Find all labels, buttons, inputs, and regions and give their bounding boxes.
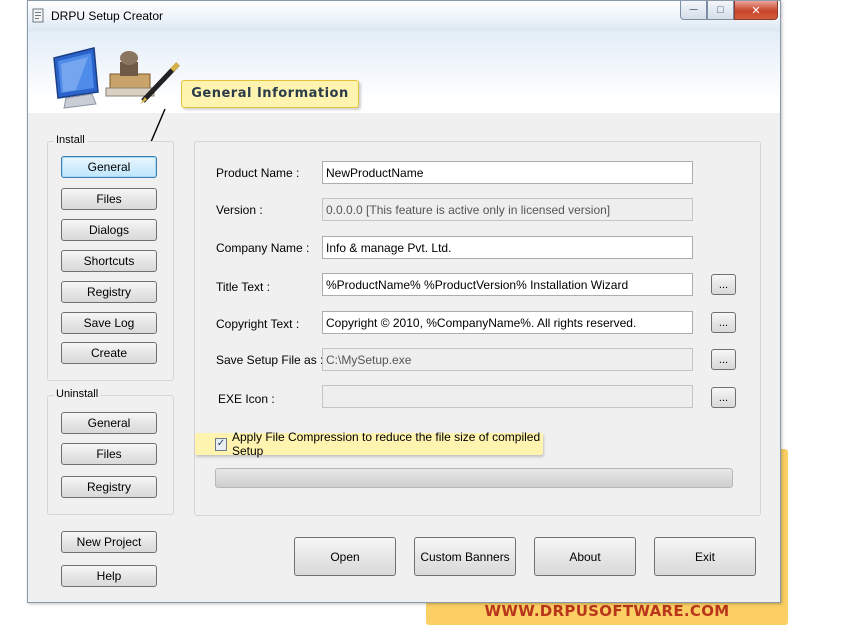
install-create-button[interactable]: Create (61, 342, 157, 364)
install-group-label: Install (54, 134, 87, 146)
title-text-browse-button[interactable]: ... (711, 274, 736, 295)
exe-icon-input[interactable] (322, 385, 693, 408)
uninstall-group-label: Uninstall (54, 388, 101, 400)
exe-icon-browse-button[interactable]: ... (711, 387, 736, 408)
exit-button[interactable]: Exit (654, 537, 756, 576)
save-setup-browse-button[interactable]: ... (711, 349, 736, 370)
stamp-icon (105, 51, 155, 97)
uninstall-general-button[interactable]: General (61, 412, 157, 434)
install-files-button[interactable]: Files (61, 188, 157, 210)
monitor-icon (53, 47, 99, 109)
title-text-label: Title Text : (216, 280, 271, 294)
install-save-log-button[interactable]: Save Log (61, 312, 157, 334)
minimize-icon: ─ (689, 4, 698, 16)
uninstall-files-button[interactable]: Files (61, 443, 157, 465)
maximize-button[interactable]: □ (707, 1, 734, 20)
save-setup-label: Save Setup File as : (216, 353, 324, 367)
company-name-label: Company Name : (216, 241, 310, 255)
custom-banners-button[interactable]: Custom Banners (414, 537, 516, 576)
install-shortcuts-button[interactable]: Shortcuts (61, 250, 157, 272)
new-project-button[interactable]: New Project (61, 531, 157, 553)
main-window: DRPU Setup Creator ─ □ ✕ General Informa… (27, 0, 781, 603)
help-button[interactable]: Help (61, 565, 157, 587)
uninstall-registry-button[interactable]: Registry (61, 476, 157, 498)
section-title: General Information (181, 80, 359, 108)
install-general-button[interactable]: General (61, 156, 157, 178)
copyright-text-input[interactable] (322, 311, 693, 334)
maximize-icon: □ (717, 4, 724, 16)
minimize-button[interactable]: ─ (680, 1, 707, 20)
compression-label: Apply File Compression to reduce the fil… (231, 430, 541, 458)
close-button[interactable]: ✕ (734, 1, 778, 20)
company-name-input[interactable] (322, 236, 693, 259)
app-icon (32, 8, 44, 23)
window-title: DRPU Setup Creator (51, 9, 164, 23)
exe-icon-label: EXE Icon : (218, 392, 275, 406)
about-button[interactable]: About (534, 537, 636, 576)
copyright-text-label: Copyright Text : (216, 317, 300, 331)
title-text-input[interactable] (322, 273, 693, 296)
install-registry-button[interactable]: Registry (61, 281, 157, 303)
progress-bar (215, 468, 733, 488)
promo-url: WWW.DRPUSOFTWARE.COM (484, 602, 730, 620)
install-dialogs-button[interactable]: Dialogs (61, 219, 157, 241)
version-label: Version : (216, 203, 263, 217)
compression-option[interactable]: ✓ Apply File Compression to reduce the f… (195, 430, 543, 458)
title-bar: DRPU Setup Creator ─ □ ✕ (28, 1, 780, 31)
product-name-input[interactable] (322, 161, 693, 184)
save-setup-input[interactable] (322, 348, 693, 371)
version-input (322, 198, 693, 221)
window-controls: ─ □ ✕ (680, 1, 778, 21)
open-button[interactable]: Open (294, 537, 396, 576)
close-icon: ✕ (751, 4, 761, 17)
copyright-text-browse-button[interactable]: ... (711, 312, 736, 333)
compression-checkbox[interactable]: ✓ (215, 437, 227, 451)
product-name-label: Product Name : (216, 166, 300, 180)
